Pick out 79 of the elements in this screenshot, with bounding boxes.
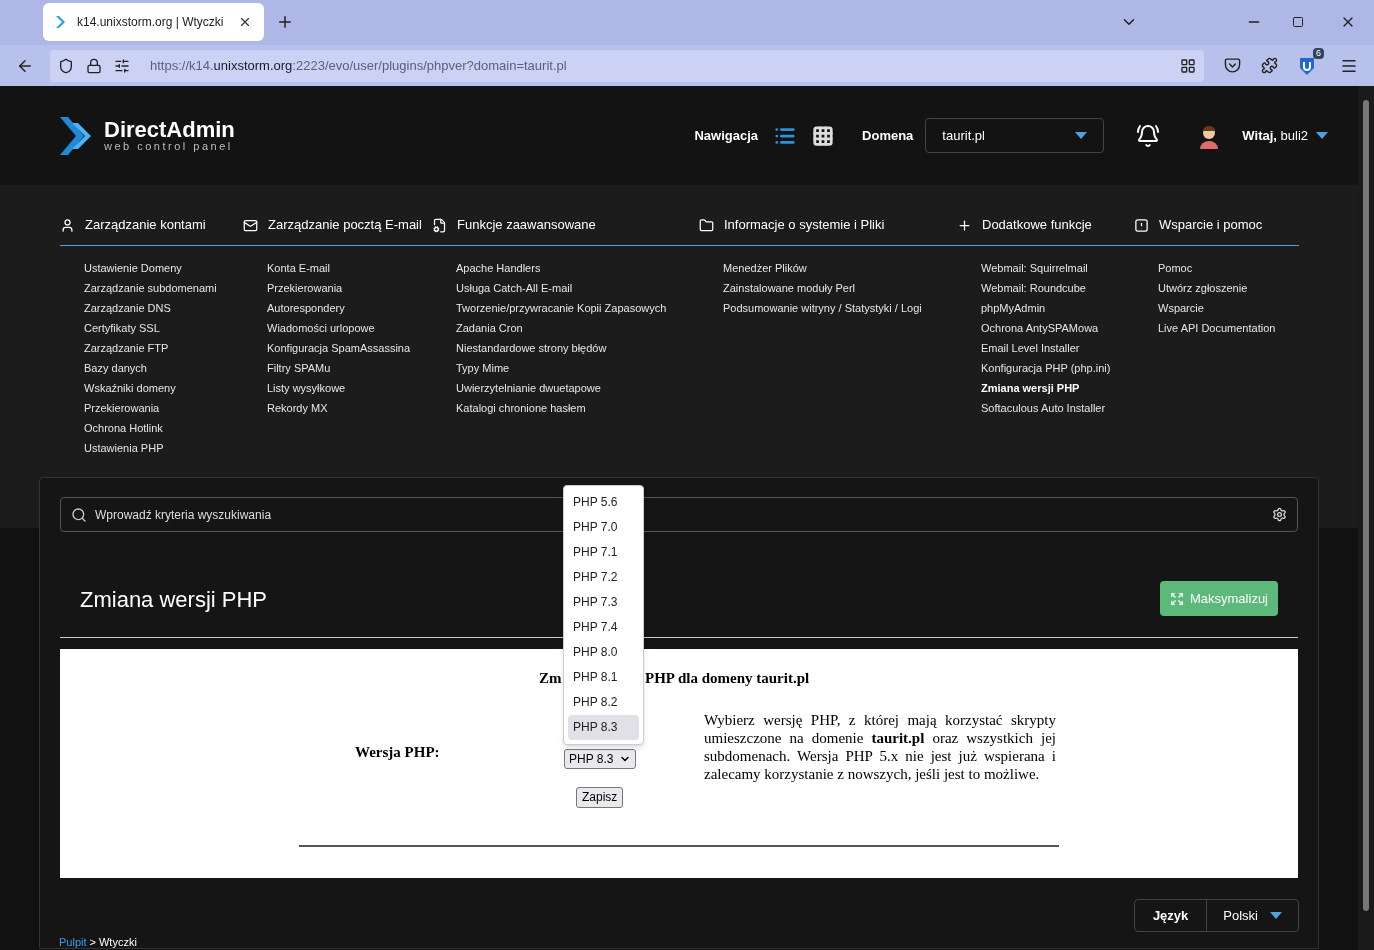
dropdown-option[interactable]: PHP 7.1 xyxy=(568,539,639,565)
menu-heading[interactable]: Funkcje zaawansowane xyxy=(457,215,596,235)
menu-link[interactable]: Konfiguracja PHP (php.ini) xyxy=(981,358,1134,378)
menu-link[interactable]: Zainstalowane moduły Perl xyxy=(723,278,957,298)
extension-badge: 6 xyxy=(1313,47,1324,59)
form-heading-start: Zm xyxy=(539,670,562,686)
menu-link[interactable]: Uwierzytelnianie dwuetapowe xyxy=(456,378,699,398)
version-select[interactable]: PHP 8.3 xyxy=(564,748,636,769)
logo-title: DirectAdmin xyxy=(104,119,235,141)
menu-link[interactable]: Wsparcie xyxy=(1158,298,1299,318)
dropdown-option[interactable]: PHP 7.3 xyxy=(568,589,639,615)
menu-link[interactable]: Zarządzanie DNS xyxy=(84,298,243,318)
dropdown-option[interactable]: PHP 7.4 xyxy=(568,614,639,640)
dropdown-option[interactable]: PHP 8.1 xyxy=(568,664,639,690)
menu-link[interactable]: Przekierowania xyxy=(84,398,243,418)
menu-link[interactable]: Autorespondery xyxy=(267,298,432,318)
menu-link[interactable]: Katalogi chronione hasłem xyxy=(456,398,699,418)
menu-link[interactable]: Utwórz zgłoszenie xyxy=(1158,278,1299,298)
menu-link[interactable]: Wiadomości urlopowe xyxy=(267,318,432,338)
tab-title: k14.unixstorm.org | Wtyczki xyxy=(77,14,225,31)
dropdown-option[interactable]: PHP 8.0 xyxy=(568,639,639,665)
menu-link[interactable]: Listy wysyłkowe xyxy=(267,378,432,398)
menu-link[interactable]: Ustawienia PHP xyxy=(84,438,243,458)
menu-link[interactable]: Email Level Installer xyxy=(981,338,1134,358)
menu-link[interactable]: Live API Documentation xyxy=(1158,318,1299,338)
version-label: Wersja PHP: xyxy=(355,743,440,763)
menu-link[interactable]: Zarządzanie FTP xyxy=(84,338,243,358)
menu-link[interactable]: Certyfikaty SSL xyxy=(84,318,243,338)
menu-link[interactable]: Ustawienie Domeny xyxy=(84,258,243,278)
menu-link[interactable]: Rekordy MX xyxy=(267,398,432,418)
menu-heading[interactable]: Informacje o systemie i Pliki xyxy=(724,215,885,235)
dropdown-option[interactable]: PHP 8.3 xyxy=(568,714,639,740)
breadcrumb-separator: > xyxy=(89,935,96,950)
page-title: Zmiana wersji PHP xyxy=(80,586,268,614)
menu-heading[interactable]: Dodatkowe funkcje xyxy=(982,215,1092,235)
menu-link[interactable]: Webmail: Squirrelmail xyxy=(981,258,1134,278)
address-bar[interactable]: https://k14.unixstorm.org:2223/evo/user/plugins/phpver?domain=taurit.pl xyxy=(50,49,1204,82)
menu-link[interactable]: Tworzenie/przywracanie Kopii Zapasowych xyxy=(456,298,699,318)
description-text: Wybierz wersję PHP, z której mają korzystać skrypty umieszczone na domenie taurit.pl oraz wszystkich jej subdomenach. Wersja PHP 5.x nie jest już wspierana i zalecamy korzystanie z nowszych, jeśli jest to możliwe. xyxy=(704,710,1056,783)
menu-link[interactable]: Bazy danych xyxy=(84,358,243,378)
menu-link[interactable]: Zmiana wersji PHP xyxy=(981,378,1134,398)
menu-heading[interactable]: Zarządzanie kontami xyxy=(85,215,206,235)
menu-link[interactable]: Typy Mime xyxy=(456,358,699,378)
menu-link[interactable]: Pomoc xyxy=(1158,258,1299,278)
menu-heading[interactable]: Wsparcie i pomoc xyxy=(1159,215,1263,235)
menu-link[interactable]: Konfiguracja SpamAssassina xyxy=(267,338,432,358)
menu-link[interactable]: Ochrona AntySPAMowa xyxy=(981,318,1134,338)
language-value: Polski xyxy=(1207,900,1298,931)
menu-link[interactable]: Konta E-mail xyxy=(267,258,432,278)
menu-link[interactable]: phpMyAdmin xyxy=(981,298,1134,318)
breadcrumb-current: Wtyczki xyxy=(98,935,137,950)
menu-link[interactable]: Niestandardowe strony błędów xyxy=(456,338,699,358)
logo-subtitle: web control panel xyxy=(104,141,234,152)
menu-link[interactable]: Filtry SPAMu xyxy=(267,358,432,378)
language-label: Język xyxy=(1134,900,1208,931)
menu-heading[interactable]: Zarządzanie pocztą E-mail xyxy=(268,215,422,235)
menu-link[interactable]: Przekierowania xyxy=(267,278,432,298)
browser-tab[interactable]: k14.unixstorm.org | Wtyczki xyxy=(43,3,264,41)
dropdown-option[interactable]: PHP 7.2 xyxy=(568,564,639,590)
menu-link[interactable]: Zadania Cron xyxy=(456,318,699,338)
form-heading-end: PHP dla domeny taurit.pl xyxy=(645,669,810,688)
domain-label: Domena xyxy=(862,126,914,145)
nav-label: Nawigacja xyxy=(694,126,759,145)
breadcrumb-link[interactable]: Pulpit xyxy=(59,934,87,950)
menu-link[interactable]: Softaculous Auto Installer xyxy=(981,398,1134,418)
menu-link[interactable]: Podsumowanie witryny / Statystyki / Logi xyxy=(723,298,957,318)
dropdown-option[interactable]: PHP 8.2 xyxy=(568,689,639,715)
language-selector[interactable]: Język Polski xyxy=(1133,899,1299,932)
menu-link[interactable]: Webmail: Roundcube xyxy=(981,278,1134,298)
url-text: https://k14.unixstorm.org:2223/evo/user/plugins/phpver?domain=taurit.pl xyxy=(150,56,567,75)
menu-link[interactable]: Usługa Catch-All E-mail xyxy=(456,278,699,298)
menu-link[interactable]: Wskaźniki domeny xyxy=(84,378,243,398)
menu-link[interactable]: Menedżer Plików xyxy=(723,258,957,278)
menu-link[interactable]: Apache Handlers xyxy=(456,258,699,278)
user-greeting[interactable]: Witaj, buli2 xyxy=(1242,125,1308,146)
save-button[interactable]: Zapisz xyxy=(576,786,624,808)
menu-link[interactable]: Ochrona Hotlink xyxy=(84,418,243,438)
menu-link[interactable]: Zarządzanie subdomenami xyxy=(84,278,243,298)
domain-select[interactable]: taurit.pl xyxy=(925,118,1105,153)
